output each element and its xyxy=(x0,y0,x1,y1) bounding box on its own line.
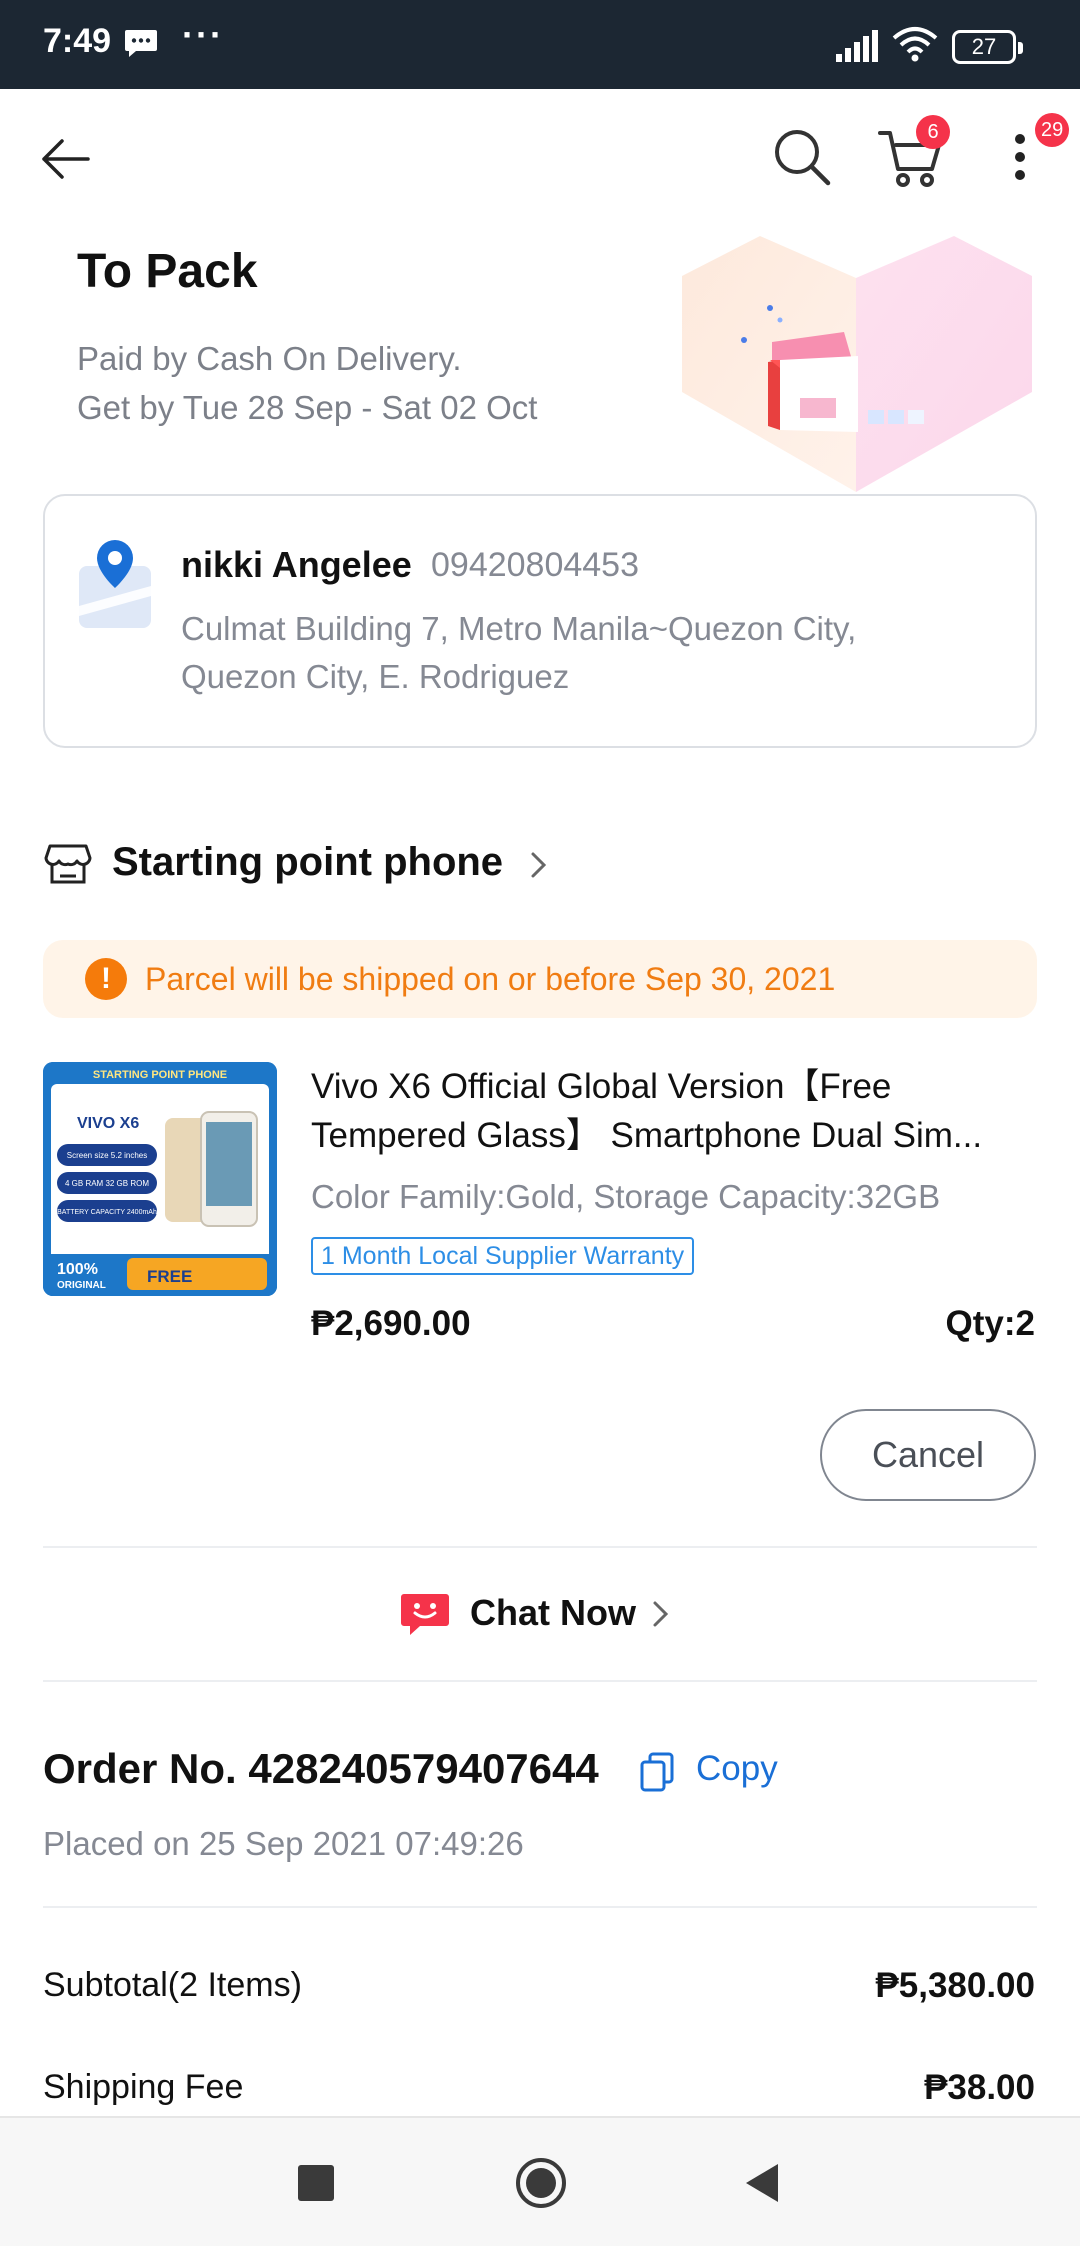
wifi-icon xyxy=(892,27,938,62)
product-thumbnail[interactable]: STARTING POINT PHONE VIVO X6 Screen size… xyxy=(43,1062,277,1296)
image-free-text: FREE xyxy=(147,1267,192,1286)
recipient-name: nikki Angelee xyxy=(181,544,412,585)
image-banner-text: STARTING POINT PHONE xyxy=(93,1069,227,1081)
chevron-right-icon xyxy=(653,1601,669,1627)
message-icon xyxy=(125,30,157,57)
shipping-address-card[interactable]: nikki Angelee 09420804453 Culmat Buildin… xyxy=(43,494,1037,748)
warning-icon: ! xyxy=(85,958,127,1000)
status-time: 7:49 xyxy=(43,22,112,60)
recent-apps-icon[interactable] xyxy=(298,2165,334,2201)
chat-icon xyxy=(401,1594,449,1635)
chevron-right-icon[interactable] xyxy=(528,848,550,882)
payment-method-text: Paid by Cash On Delivery. xyxy=(77,340,462,377)
image-spec-1: Screen size 5.2 inches xyxy=(67,1151,148,1160)
address-line-2: Quezon City, E. Rodriguez xyxy=(181,658,570,695)
status-bar: 7:49 ··· 27 xyxy=(0,0,1080,89)
delivery-estimate-text: Get by Tue 28 Sep - Sat 02 Oct xyxy=(77,389,538,426)
order-placed-date: Placed on 25 Sep 2021 07:49:26 xyxy=(43,1825,524,1862)
battery-level: 27 xyxy=(971,34,997,59)
back-arrow-icon[interactable] xyxy=(36,129,96,189)
recipient-phone: 09420804453 xyxy=(431,546,640,584)
product-title-line-1: Vivo X6 Official Global Version【Free xyxy=(311,1067,892,1106)
cancel-button[interactable]: Cancel xyxy=(820,1409,1036,1501)
shipping-notice-text: Parcel will be shipped on or before Sep … xyxy=(145,961,836,997)
shipping-notice: ! Parcel will be shipped on or before Se… xyxy=(43,940,1037,1018)
back-triangle-icon[interactable] xyxy=(744,2162,780,2204)
more-count-badge: 29 xyxy=(1035,113,1070,147)
divider xyxy=(43,1906,1037,1908)
home-icon[interactable] xyxy=(514,2156,568,2210)
copy-button[interactable]: Copy xyxy=(696,1749,778,1789)
order-number: Order No. 428240579407644 xyxy=(43,1745,599,1792)
order-status-title: To Pack xyxy=(77,245,258,298)
shipping-fee-value: ₱38.00 xyxy=(924,2068,1035,2107)
image-spec-3: BATTERY CAPACITY 2400mAh xyxy=(57,1209,157,1216)
shipping-fee-label: Shipping Fee xyxy=(43,2068,244,2106)
image-original-pct: 100% xyxy=(57,1261,98,1278)
address-line-1: Culmat Building 7, Metro Manila~Quezon C… xyxy=(181,610,857,647)
product-title-line-2: Tempered Glass】 Smartphone Dual Sim... xyxy=(311,1116,983,1155)
signal-icon xyxy=(836,30,878,62)
store-name-link[interactable]: Starting point phone xyxy=(112,840,503,885)
subtotal-label: Subtotal(2 Items) xyxy=(43,1966,302,2004)
product-variant: Color Family:Gold, Storage Capacity:32GB xyxy=(311,1178,941,1215)
more-options-icon[interactable] xyxy=(1000,125,1040,189)
product-image: STARTING POINT PHONE VIVO X6 Screen size… xyxy=(43,1062,277,1296)
search-icon[interactable] xyxy=(770,125,834,189)
battery-icon: 27 xyxy=(952,30,1023,64)
product-price: ₱2,690.00 xyxy=(311,1304,471,1343)
store-icon[interactable] xyxy=(44,840,92,888)
divider xyxy=(43,1680,1037,1682)
location-pin-icon xyxy=(79,540,151,628)
image-model-text: VIVO X6 xyxy=(77,1115,139,1132)
divider xyxy=(43,1546,1037,1548)
product-quantity: Qty:2 xyxy=(945,1304,1035,1343)
order-detail-page: 7:49 ··· 27 6 29 To Pack Paid by Cash On… xyxy=(0,0,1080,2246)
packing-box-illustration xyxy=(682,236,1032,492)
chat-now-label: Chat Now xyxy=(470,1592,636,1633)
subtotal-value: ₱5,380.00 xyxy=(875,1966,1035,2005)
more-notifications-icon: ··· xyxy=(182,14,224,55)
copy-icon[interactable] xyxy=(640,1752,674,1792)
image-original-text: ORIGINAL xyxy=(57,1280,106,1291)
system-navigation-bar xyxy=(0,2116,1080,2246)
cart-count-badge: 6 xyxy=(916,115,950,149)
product-title[interactable]: Vivo X6 Official Global Version【Free Tem… xyxy=(311,1062,1031,1160)
warranty-tag: 1 Month Local Supplier Warranty xyxy=(311,1237,695,1275)
image-spec-2: 4 GB RAM 32 GB ROM xyxy=(65,1179,149,1188)
top-nav: 6 29 xyxy=(0,89,1080,219)
